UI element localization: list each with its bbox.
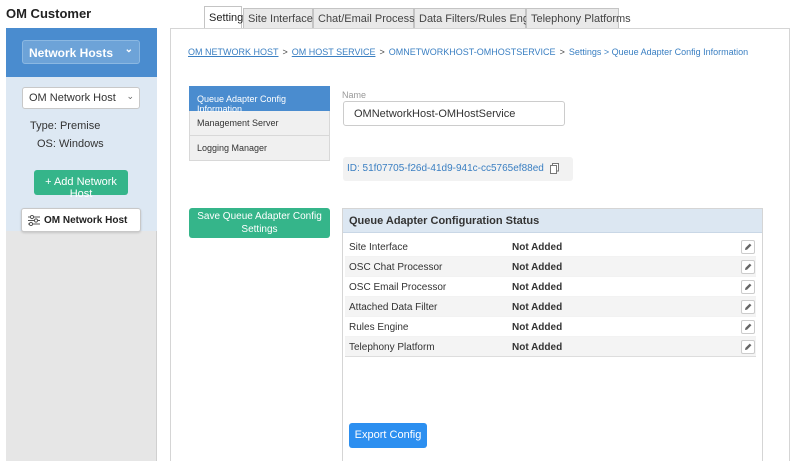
export-config-button[interactable]: Export Config	[349, 423, 427, 448]
menu-item-logging-manager[interactable]: Logging Manager	[189, 136, 330, 161]
network-hosts-select-label: Network Hosts	[29, 46, 114, 60]
pencil-icon[interactable]	[741, 240, 755, 254]
status-list: Site Interface Not Added OSC Chat Proces…	[345, 237, 756, 357]
breadcrumb-om-host-service[interactable]: OM HOST SERVICE	[292, 47, 376, 57]
status-row-value: Not Added	[512, 302, 563, 313]
status-row-rules-engine: Rules Engine Not Added	[345, 317, 756, 337]
settings-menu: Queue Adapter Config Information Managem…	[189, 86, 330, 161]
pencil-icon[interactable]	[741, 340, 755, 354]
status-row-osc-email-processor: OSC Email Processor Not Added	[345, 277, 756, 297]
breadcrumb-separator: >	[282, 47, 288, 57]
pencil-icon[interactable]	[741, 260, 755, 274]
main-content: OM NETWORK HOST > OM HOST SERVICE > OMNETWOR…	[170, 28, 790, 461]
save-queue-adapter-config-button[interactable]: Save Queue Adapter Config Settings	[189, 208, 330, 238]
status-row-telephony-platform: Telephony Platform Not Added	[345, 337, 756, 357]
host-type-label: Type:	[30, 120, 57, 132]
status-row-value: Not Added	[512, 242, 563, 253]
chevron-down-icon: ⌄	[126, 91, 134, 101]
status-row-label: OSC Chat Processor	[349, 262, 443, 273]
add-network-host-button[interactable]: + Add Network Host	[34, 170, 128, 200]
host-select[interactable]: OM Network Host ⌄	[22, 87, 140, 109]
network-host-card-label: OM Network Host	[44, 215, 128, 226]
status-row-label: Attached Data Filter	[349, 302, 438, 313]
network-hosts-select[interactable]: Network Hosts ⌄	[22, 40, 140, 64]
tab-settings[interactable]: Settings	[204, 6, 249, 29]
status-row-value: Not Added	[512, 322, 563, 333]
status-row-value: Not Added	[512, 262, 563, 273]
breadcrumb-current: Settings > Queue Adapter Config Informat…	[568, 47, 749, 57]
network-host-card[interactable]: OM Network Host	[21, 208, 141, 232]
menu-item-queue-adapter-config[interactable]: Queue Adapter Config Information	[189, 86, 330, 114]
tab-telephony-platforms[interactable]: Telephony Platforms	[526, 8, 631, 28]
host-select-label: OM Network Host	[29, 92, 116, 104]
name-label: Name	[342, 90, 367, 100]
queue-adapter-status-panel: Queue Adapter Configuration Status Site …	[342, 208, 763, 461]
id-text: ID: 51f07705-f26d-41d9-941c-cc5765ef88ed	[347, 163, 544, 174]
status-row-osc-chat-processor: OSC Chat Processor Not Added	[345, 257, 756, 277]
status-row-value: Not Added	[512, 282, 563, 293]
host-os: OS: Windows	[37, 138, 104, 150]
host-type: Type: Premise	[30, 120, 100, 132]
breadcrumb-separator: >	[559, 47, 565, 57]
status-row-label: OSC Email Processor	[349, 282, 447, 293]
pencil-icon[interactable]	[741, 300, 755, 314]
tab-data-filters-rules-engine[interactable]: Data Filters/Rules Engine	[414, 8, 544, 28]
status-panel-title: Queue Adapter Configuration Status	[343, 209, 762, 233]
sliders-icon	[28, 215, 40, 226]
status-row-value: Not Added	[512, 342, 563, 353]
name-field[interactable]: OMNetworkHost-OMHostService	[343, 101, 565, 126]
status-row-site-interface: Site Interface Not Added	[345, 237, 756, 257]
pencil-icon[interactable]	[741, 280, 755, 294]
status-row-label: Telephony Platform	[349, 342, 435, 353]
tab-site-interfaces[interactable]: Site Interfaces	[243, 8, 318, 28]
breadcrumb-separator: >	[379, 47, 385, 57]
chevron-down-icon: ⌄	[124, 44, 133, 55]
host-type-value: Premise	[59, 120, 101, 132]
copy-icon[interactable]	[550, 163, 559, 174]
breadcrumb-host-service-instance[interactable]: OMNETWORKHOST-OMHOSTSERVICE	[389, 47, 556, 57]
id-display: ID: 51f07705-f26d-41d9-941c-cc5765ef88ed	[343, 157, 573, 181]
breadcrumb: OM NETWORK HOST > OM HOST SERVICE > OMNETWOR…	[188, 47, 748, 57]
status-row-label: Site Interface	[349, 242, 408, 253]
status-divider	[345, 356, 756, 357]
app-title: OM Customer	[6, 6, 92, 21]
host-os-label: OS:	[37, 138, 56, 150]
status-row-attached-data-filter: Attached Data Filter Not Added	[345, 297, 756, 317]
pencil-icon[interactable]	[741, 320, 755, 334]
sidebar: Network Hosts ⌄ OM Network Host ⌄ Type: …	[6, 28, 157, 461]
breadcrumb-om-network-host[interactable]: OM NETWORK HOST	[188, 47, 279, 57]
sidebar-header: Network Hosts ⌄	[6, 28, 157, 77]
menu-item-management-server[interactable]: Management Server	[189, 111, 330, 136]
host-os-value: Windows	[59, 138, 104, 150]
tab-chat-email-processors[interactable]: Chat/Email Processors	[313, 8, 430, 28]
status-row-label: Rules Engine	[349, 322, 409, 333]
